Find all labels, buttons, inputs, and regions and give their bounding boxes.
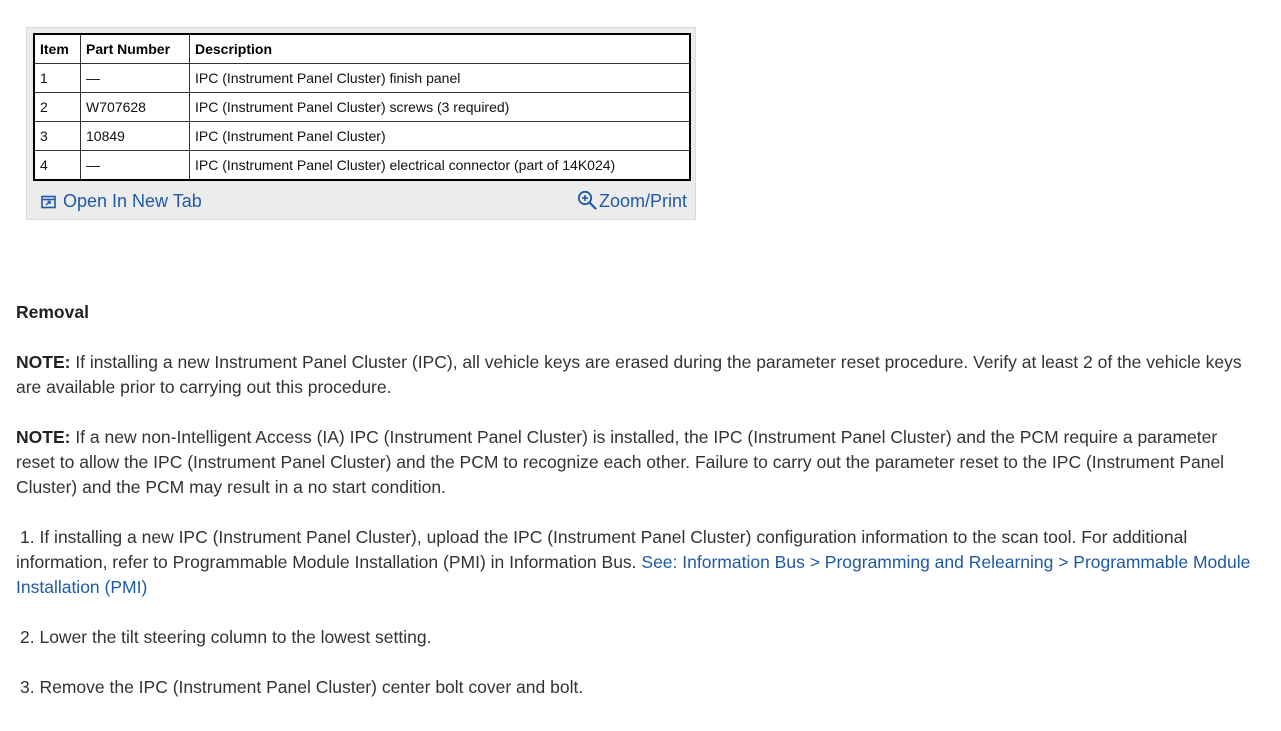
cell-part-number: — <box>80 63 190 93</box>
table-header-row: Item Part Number Description <box>33 33 691 64</box>
cell-item: 2 <box>33 92 81 122</box>
note-paragraph: NOTE: If installing a new Instrument Pan… <box>16 350 1256 400</box>
table-row: 2 W707628 IPC (Instrument Panel Cluster)… <box>33 92 691 122</box>
cell-item: 4 <box>33 150 81 181</box>
column-header-part-number: Part Number <box>80 33 190 64</box>
note-label: NOTE: <box>16 352 71 372</box>
cell-description: IPC (Instrument Panel Cluster) finish pa… <box>189 63 691 93</box>
cell-item: 1 <box>33 63 81 93</box>
table-row: 4 — IPC (Instrument Panel Cluster) elect… <box>33 150 691 181</box>
note-label: NOTE: <box>16 427 71 447</box>
cell-description: IPC (Instrument Panel Cluster) screws (3… <box>189 92 691 122</box>
cell-part-number: 10849 <box>80 121 190 151</box>
note-paragraph: NOTE: If a new non-Intelligent Access (I… <box>16 425 1256 500</box>
step-number: 2. <box>20 627 35 647</box>
note-text: If a new non-Intelligent Access (IA) IPC… <box>16 427 1225 497</box>
parts-table: Item Part Number Description 1 — IPC (In… <box>33 33 691 181</box>
zoom-print-link[interactable]: Zoom/Print <box>577 190 687 212</box>
step-paragraph: 2. Lower the tilt steering column to the… <box>16 625 1256 650</box>
step-number: 3. <box>20 677 35 697</box>
figure-links-bar: Open In New Tab Zoom/Print <box>41 190 687 215</box>
column-header-item: Item <box>33 33 81 64</box>
table-row: 3 10849 IPC (Instrument Panel Cluster) <box>33 121 691 151</box>
cell-part-number: — <box>80 150 190 181</box>
step-number: 1. <box>20 527 35 547</box>
column-header-description: Description <box>189 33 691 64</box>
cell-description: IPC (Instrument Panel Cluster) <box>189 121 691 151</box>
step-paragraph: 1. If installing a new IPC (Instrument P… <box>16 525 1256 600</box>
table-row: 1 — IPC (Instrument Panel Cluster) finis… <box>33 63 691 93</box>
open-in-new-tab-icon <box>41 195 56 208</box>
note-text: If installing a new Instrument Panel Clu… <box>16 352 1242 397</box>
cell-description: IPC (Instrument Panel Cluster) electrica… <box>189 150 691 181</box>
open-in-new-tab-label: Open In New Tab <box>63 191 202 211</box>
zoom-in-icon <box>577 190 597 210</box>
procedure-content: Removal NOTE: If installing a new Instru… <box>16 300 1256 725</box>
open-in-new-tab-link[interactable]: Open In New Tab <box>41 191 202 212</box>
cell-item: 3 <box>33 121 81 151</box>
section-title: Removal <box>16 302 89 322</box>
figure-container: Item Part Number Description 1 — IPC (In… <box>26 27 696 220</box>
step-text: Lower the tilt steering column to the lo… <box>34 627 432 647</box>
step-text: Remove the IPC (Instrument Panel Cluster… <box>34 677 584 697</box>
cell-part-number: W707628 <box>80 92 190 122</box>
step-paragraph: 3. Remove the IPC (Instrument Panel Clus… <box>16 675 1256 700</box>
zoom-print-label: Zoom/Print <box>598 191 687 211</box>
